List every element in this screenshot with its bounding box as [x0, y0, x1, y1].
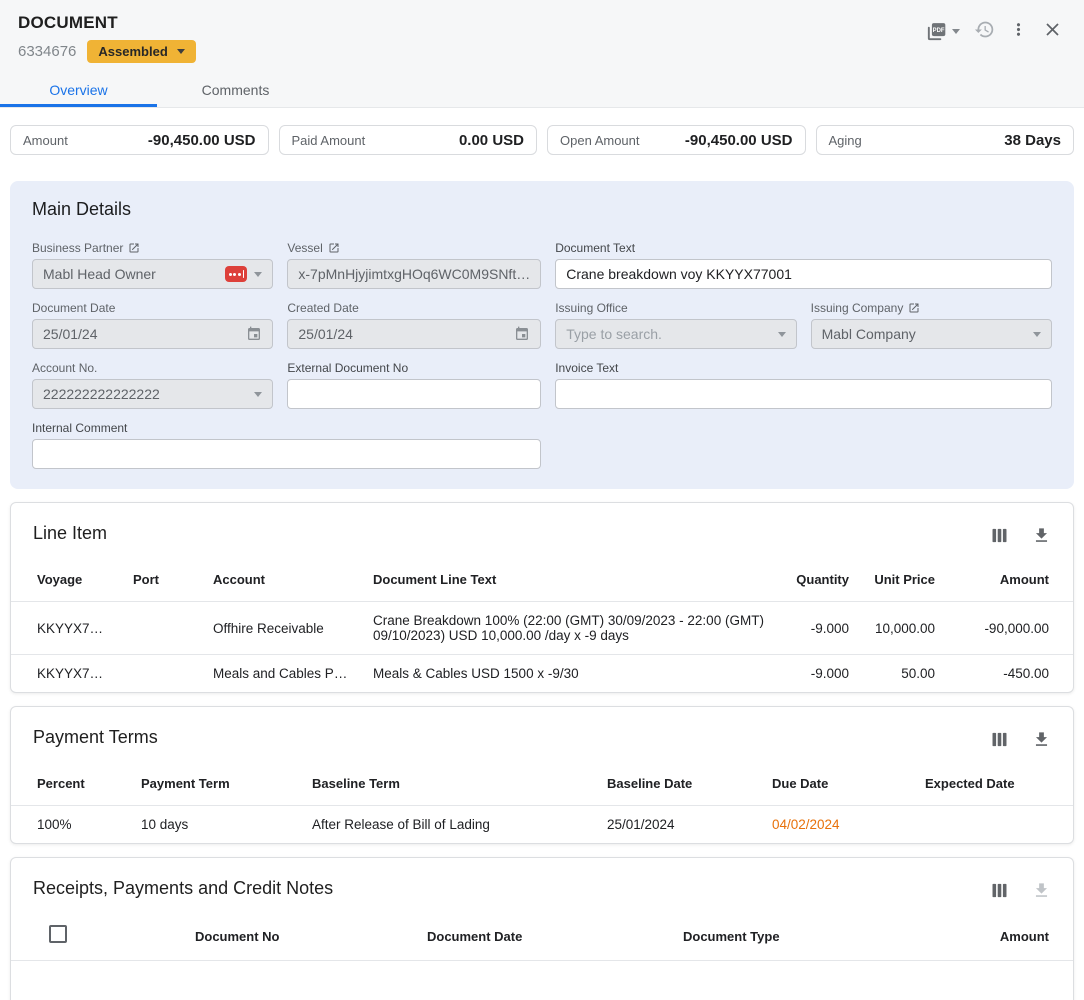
- line-item-header-row: Voyage Port Account Document Line Text Q…: [11, 559, 1073, 602]
- calendar-icon: [514, 326, 530, 342]
- summary-card-amount: Amount -90,450.00 USD: [10, 125, 269, 155]
- download-icon: [1032, 881, 1051, 900]
- field-account-no: Account No. 222222222222222: [32, 361, 273, 409]
- field-document-date: Document Date 25/01/24: [32, 301, 273, 349]
- close-icon: [1042, 19, 1063, 43]
- internal-comment-input[interactable]: [32, 439, 541, 469]
- field-issuing-office: Issuing Office Type to search.: [555, 301, 796, 349]
- main-details-title: Main Details: [32, 199, 1052, 220]
- columns-icon[interactable]: [991, 527, 1008, 544]
- open-business-partner-icon[interactable]: [128, 242, 140, 254]
- receipts-section: Receipts, Payments and Credit Notes: [10, 857, 1074, 1000]
- document-date-input: 25/01/24: [32, 319, 273, 349]
- payment-terms-row: 100% 10 days After Release of Bill of La…: [11, 806, 1073, 844]
- tab-comments[interactable]: Comments: [157, 72, 314, 107]
- payment-terms-table: Percent Payment Term Baseline Term Basel…: [11, 763, 1073, 843]
- issuing-company-select: Mabl Company: [811, 319, 1052, 349]
- invoice-text-input[interactable]: [555, 379, 1052, 409]
- due-date-value: 04/02/2024: [760, 806, 913, 844]
- tab-overview[interactable]: Overview: [0, 72, 157, 107]
- summary-card-paid-amount: Paid Amount 0.00 USD: [279, 125, 538, 155]
- summary-card-open-amount: Open Amount -90,450.00 USD: [547, 125, 806, 155]
- select-all-checkbox[interactable]: [49, 925, 67, 943]
- line-item-row: KKYYX77001 Offhire Receivable Crane Brea…: [11, 602, 1073, 655]
- issuing-office-select: Type to search.: [555, 319, 796, 349]
- password-manager-icon[interactable]: [225, 266, 247, 282]
- chevron-down-icon: [1033, 332, 1041, 337]
- tab-bar: Overview Comments: [0, 72, 1084, 107]
- field-external-document-no: External Document No: [287, 361, 541, 409]
- field-vessel: Vessel x-7pMnHjyjimtxgHOq6WC0M9SNft…: [287, 241, 541, 289]
- svg-text:PDF: PDF: [933, 28, 945, 34]
- line-item-title: Line Item: [33, 523, 107, 544]
- field-internal-comment: Internal Comment: [32, 421, 541, 469]
- open-vessel-icon[interactable]: [328, 242, 340, 254]
- download-icon[interactable]: [1032, 526, 1051, 545]
- page-title: DOCUMENT: [18, 13, 1066, 33]
- business-partner-select: Mabl Head Owner: [32, 259, 273, 289]
- status-label: Assembled: [98, 44, 167, 59]
- more-vert-icon: [1009, 20, 1028, 42]
- main-details-panel: Main Details Business Partner Mabl Head …: [10, 181, 1074, 489]
- more-menu-button[interactable]: [1006, 17, 1031, 45]
- line-item-table: Voyage Port Account Document Line Text Q…: [11, 559, 1073, 692]
- close-button[interactable]: [1039, 16, 1066, 46]
- receipts-table: Document No Document Date Document Type …: [11, 914, 1073, 961]
- summary-cards: Amount -90,450.00 USD Paid Amount 0.00 U…: [0, 108, 1084, 155]
- document-number: 6334676: [18, 43, 76, 60]
- document-text-input[interactable]: [555, 259, 1052, 289]
- chevron-down-icon: [778, 332, 786, 337]
- field-invoice-text: Invoice Text: [555, 361, 1052, 409]
- receipts-header-row: Document No Document Date Document Type …: [11, 914, 1073, 961]
- field-issuing-company: Issuing Company Mabl Company: [811, 301, 1052, 349]
- summary-card-aging: Aging 38 Days: [816, 125, 1075, 155]
- pdf-icon: PDF: [925, 20, 948, 43]
- chevron-down-icon: [952, 29, 960, 34]
- vessel-input: x-7pMnHjyjimtxgHOq6WC0M9SNft…: [287, 259, 541, 289]
- line-item-section: Line Item Voyage Port Account: [10, 502, 1074, 693]
- history-button[interactable]: [971, 16, 998, 46]
- columns-icon[interactable]: [991, 731, 1008, 748]
- columns-icon[interactable]: [991, 882, 1008, 899]
- document-body: Amount -90,450.00 USD Paid Amount 0.00 U…: [0, 108, 1084, 1000]
- payment-terms-section: Payment Terms Percent Payment Term Basel: [10, 706, 1074, 844]
- external-document-no-input[interactable]: [287, 379, 541, 409]
- field-created-date: Created Date 25/01/24: [287, 301, 541, 349]
- field-document-text: Document Text: [555, 241, 1052, 289]
- chevron-down-icon: [177, 49, 185, 54]
- payment-terms-title: Payment Terms: [33, 727, 158, 748]
- account-no-select: 222222222222222: [32, 379, 273, 409]
- created-date-input: 25/01/24: [287, 319, 541, 349]
- line-item-row: KKYYX77001 Meals and Cables Pay… Meals &…: [11, 655, 1073, 693]
- calendar-icon: [246, 326, 262, 342]
- download-icon[interactable]: [1032, 730, 1051, 749]
- receipts-title: Receipts, Payments and Credit Notes: [33, 878, 333, 899]
- chevron-down-icon: [254, 392, 262, 397]
- history-icon: [974, 19, 995, 43]
- status-badge-dropdown[interactable]: Assembled: [87, 40, 195, 63]
- chevron-down-icon: [254, 272, 262, 277]
- payment-terms-header-row: Percent Payment Term Baseline Term Basel…: [11, 763, 1073, 806]
- field-business-partner: Business Partner Mabl Head Owner: [32, 241, 273, 289]
- pdf-export-button[interactable]: PDF: [922, 17, 963, 46]
- open-issuing-company-icon[interactable]: [908, 302, 920, 314]
- modal-header: DOCUMENT 6334676 Assembled PDF: [0, 0, 1084, 108]
